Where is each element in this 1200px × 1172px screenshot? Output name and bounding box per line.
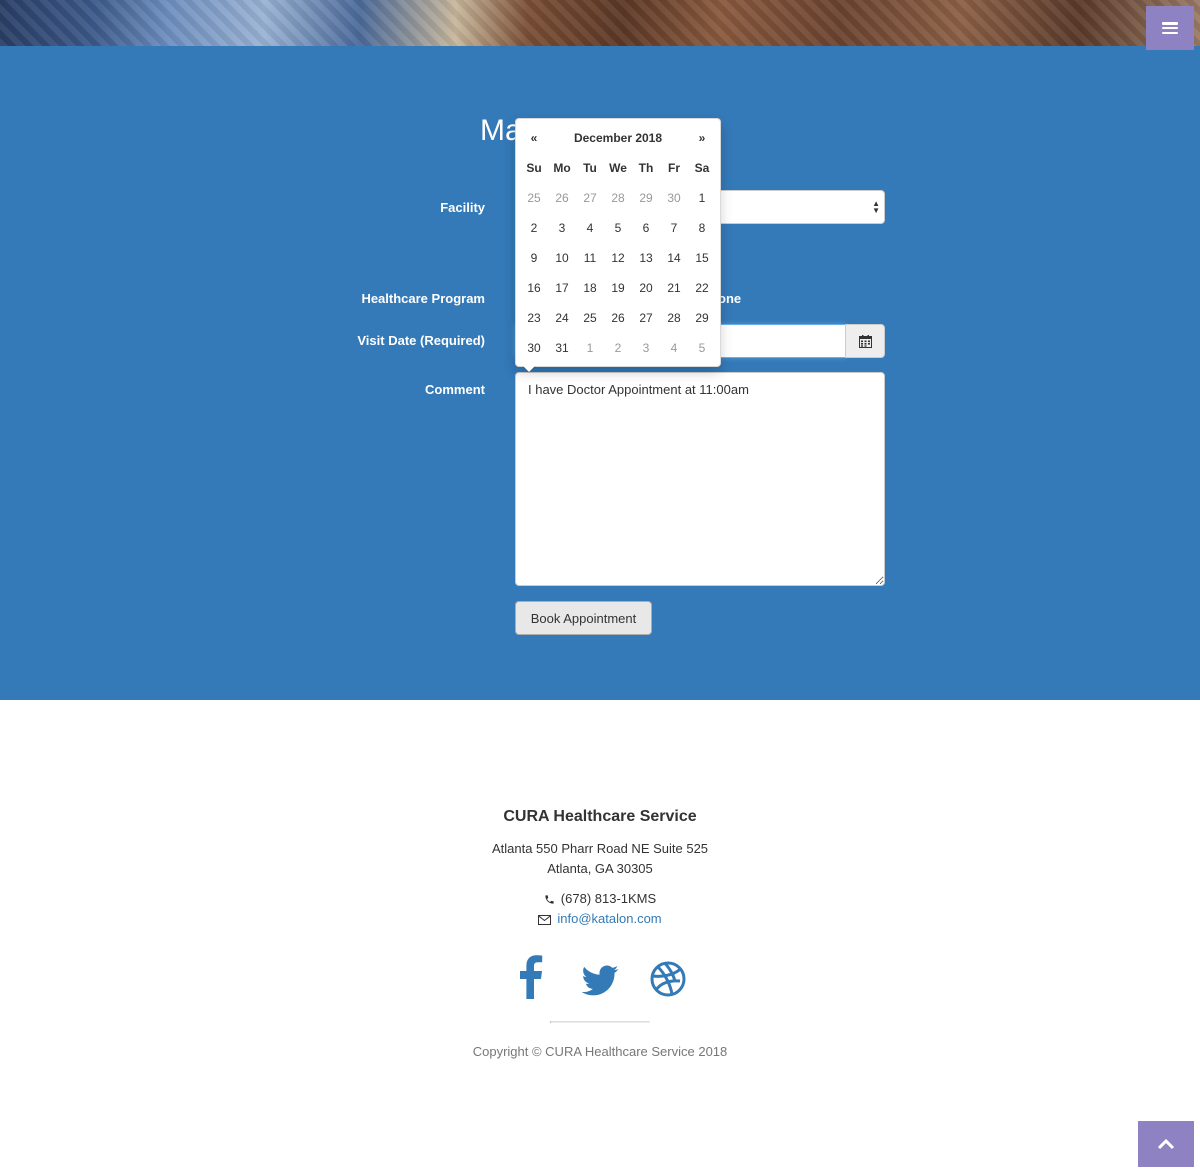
weekday-header: Sa [694,161,710,175]
datepicker-table: « December 2018 » Su Mo Tu We Th Fr Sa 25 26 27 2… [520,123,716,363]
week-row: 23 24 25 26 27 28 29 [520,303,716,333]
calendar-day[interactable]: 21 [660,273,688,303]
header-background-image [0,0,1200,46]
calendar-day[interactable]: 6 [632,213,660,243]
adjacent-month-day[interactable]: 2 [604,333,632,363]
phone-line: (678) 813-1KMS [0,891,1200,906]
calendar-day[interactable]: 12 [604,243,632,273]
datepicker-month-switch[interactable]: December 2018 [548,123,688,153]
calendar-button[interactable] [845,324,885,358]
calendar-day[interactable]: 14 [660,243,688,273]
calendar-day[interactable]: 7 [660,213,688,243]
adjacent-month-day[interactable]: 26 [548,183,576,213]
calendar-day[interactable]: 8 [688,213,716,243]
calendar-day[interactable]: 19 [604,273,632,303]
book-appointment-button[interactable]: Book Appointment [515,601,652,635]
weekday-header-row: Su Mo Tu We Th Fr Sa [520,153,716,183]
weekday-header: Mo [553,161,571,175]
email-line: info@katalon.com [0,911,1200,926]
bars-icon [1162,22,1178,34]
comment-textarea[interactable]: I have Doctor Appointment at 11:00am [515,372,885,586]
adjacent-month-day[interactable]: 30 [660,183,688,213]
copyright-text: Copyright © CURA Healthcare Service 2018 [472,1044,728,1059]
dribbble-icon [650,961,686,997]
weekday-header: Su [526,161,542,175]
calendar-day[interactable]: 23 [520,303,548,333]
adjacent-month-day[interactable]: 3 [632,333,660,363]
datepicker-prev-button[interactable]: « [520,123,548,153]
program-option-text[interactable]: one [718,291,741,306]
calendar-day[interactable]: 16 [520,273,548,303]
week-row: 30 31 1 2 3 4 5 [520,333,716,363]
facebook-link[interactable] [512,955,552,1001]
calendar-day[interactable]: 29 [688,303,716,333]
calendar-day[interactable]: 1 [688,183,716,213]
calendar-day[interactable]: 30 [520,333,548,363]
calendar-day[interactable]: 15 [688,243,716,273]
calendar-day[interactable]: 22 [688,273,716,303]
calendar-day[interactable]: 3 [548,213,576,243]
datepicker-days: 25 26 27 28 29 30 1 2 3 4 5 6 7 8 9 10 11 12 13 14 15 16 17 18 1… [520,183,716,363]
scroll-to-top-button[interactable] [1138,1121,1194,1167]
calendar-day[interactable]: 4 [576,213,604,243]
footer-divider [550,1021,650,1023]
weekday-header: Fr [668,161,680,175]
adjacent-month-day[interactable]: 25 [520,183,548,213]
menu-toggle-button[interactable] [1146,6,1194,50]
calendar-day[interactable]: 24 [548,303,576,333]
calendar-day[interactable]: 31 [548,333,576,363]
adjacent-month-day[interactable]: 29 [632,183,660,213]
adjacent-month-day[interactable]: 5 [688,333,716,363]
visit-date-label: Visit Date (Required) [357,333,485,348]
calendar-day[interactable]: 18 [576,273,604,303]
comment-label: Comment [425,382,485,397]
calendar-day[interactable]: 20 [632,273,660,303]
healthcare-program-label: Healthcare Program [361,291,485,306]
twitter-icon [581,965,619,996]
datepicker-popup: « December 2018 » Su Mo Tu We Th Fr Sa 25 26 27 2… [515,118,721,373]
week-row: 9 10 11 12 13 14 15 [520,243,716,273]
dribbble-link[interactable] [648,955,688,1001]
calendar-day[interactable]: 13 [632,243,660,273]
phone-icon [545,895,554,904]
calendar-day[interactable]: 9 [520,243,548,273]
week-row: 25 26 27 28 29 30 1 [520,183,716,213]
footer: CURA Healthcare Service Atlanta 550 Phar… [0,700,1200,1172]
calendar-day[interactable]: 17 [548,273,576,303]
phone-number: (678) 813-1KMS [560,891,657,906]
calendar-day[interactable]: 10 [548,243,576,273]
appointment-section: Ma Facility ▲ ▼ Healthcare Program one Vi… [0,46,1200,700]
email-link[interactable]: info@katalon.com [557,911,661,926]
adjacent-month-day[interactable]: 1 [576,333,604,363]
social-links [0,955,1200,1001]
calendar-day[interactable]: 26 [604,303,632,333]
facility-label: Facility [440,200,485,215]
twitter-link[interactable] [580,955,620,1001]
select-arrows-icon: ▲ ▼ [872,199,880,215]
adjacent-month-day[interactable]: 4 [660,333,688,363]
weekday-header: We [609,161,627,175]
week-row: 2345678 [520,213,716,243]
calendar-icon [858,334,872,348]
calendar-day[interactable]: 27 [632,303,660,333]
address-line-1: Atlanta 550 Pharr Road NE Suite 525 [491,841,709,856]
adjacent-month-day[interactable]: 28 [604,183,632,213]
envelope-icon [538,914,552,925]
calendar-day[interactable]: 2 [520,213,548,243]
calendar-day[interactable]: 11 [576,243,604,273]
datepicker-next-button[interactable]: » [688,123,716,153]
week-row: 16 17 18 19 20 21 22 [520,273,716,303]
weekday-header: Th [638,161,654,175]
facebook-icon [520,955,543,999]
calendar-day[interactable]: 28 [660,303,688,333]
adjacent-month-day[interactable]: 27 [576,183,604,213]
weekday-header: Tu [583,161,597,175]
address-line-2: Atlanta, GA 30305 [547,861,653,876]
calendar-day[interactable]: 5 [604,213,632,243]
chevron-up-icon [1157,1138,1175,1150]
footer-title: CURA Healthcare Service [503,808,697,825]
calendar-day[interactable]: 25 [576,303,604,333]
